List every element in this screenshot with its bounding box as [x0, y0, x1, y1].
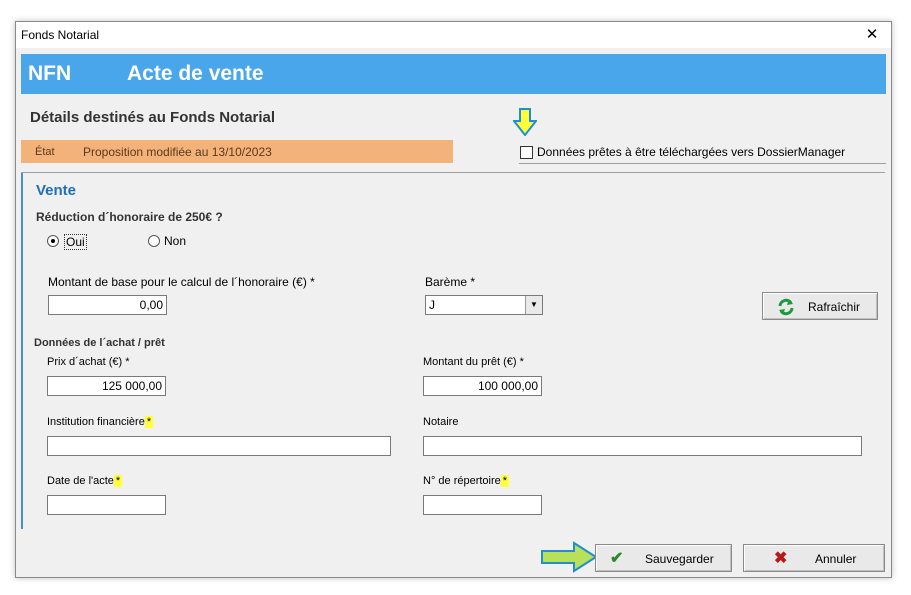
ready-checkbox-label[interactable]: Données prêtes à être téléchargées vers … — [537, 145, 845, 159]
cross-icon: ✖ — [774, 550, 788, 567]
radio-non[interactable] — [148, 235, 160, 247]
refresh-button[interactable]: Rafraîchir — [762, 292, 878, 320]
achat-group-title: Données de l´achat / prêt — [34, 337, 165, 349]
pret-field[interactable]: 100 000,00 — [423, 376, 542, 396]
ready-checkbox[interactable] — [520, 146, 533, 159]
title-bar: Fonds Notarial ✕ — [16, 22, 891, 48]
dialog-window: Fonds Notarial ✕ NFN Acte de vente Détai… — [15, 21, 892, 578]
section-title: Détails destinés au Fonds Notarial — [30, 109, 276, 126]
status-value: Proposition modifiée au 13/10/2023 — [83, 145, 272, 159]
prix-field[interactable]: 125 000,00 — [47, 376, 166, 396]
banner-title: Acte de vente — [127, 62, 264, 85]
chevron-down-icon[interactable]: ▼ — [525, 296, 542, 314]
banner-code: NFN — [28, 62, 72, 85]
vente-title: Vente — [36, 182, 77, 199]
divider — [519, 163, 886, 164]
refresh-icon — [778, 298, 794, 316]
date-field[interactable] — [47, 495, 166, 515]
date-label: Date de l'acte * — [47, 475, 123, 487]
bareme-select[interactable]: J ▼ — [425, 295, 543, 315]
panel-accent-bar — [21, 173, 23, 529]
radio-non-label[interactable]: Non — [164, 234, 186, 248]
required-marker: * — [144, 416, 154, 428]
radio-oui-label[interactable]: Oui — [64, 234, 87, 250]
save-button[interactable]: ✔ Sauvegarder — [595, 544, 732, 572]
close-icon[interactable]: ✕ — [859, 23, 885, 47]
arrow-down-icon — [513, 108, 537, 136]
required-marker: * — [500, 475, 510, 487]
reduction-question: Réduction d´honoraire de 250€ ? — [36, 210, 223, 224]
institution-label: Institution financière * — [47, 416, 154, 428]
refresh-label: Rafraîchir — [808, 300, 861, 314]
pret-label: Montant du prêt (€) * — [423, 356, 524, 368]
save-label: Sauvegarder — [645, 552, 714, 566]
bareme-value: J — [429, 298, 435, 312]
repertoire-field[interactable] — [423, 495, 542, 515]
cancel-button[interactable]: ✖ Annuler — [743, 544, 885, 572]
arrow-right-icon — [541, 541, 598, 573]
cancel-label: Annuler — [815, 552, 857, 566]
status-bar: État Proposition modifiée au 13/10/2023 — [21, 140, 453, 163]
status-label: État — [35, 146, 55, 158]
base-amount-field[interactable]: 0,00 — [48, 295, 167, 315]
base-amount-label: Montant de base pour le calcul de l´hono… — [48, 275, 315, 289]
notaire-label: Notaire — [423, 416, 459, 428]
radio-oui[interactable] — [47, 235, 59, 247]
window-title: Fonds Notarial — [21, 28, 100, 42]
repertoire-label: N° de répertoire * — [423, 475, 510, 487]
bareme-label: Barème * — [425, 275, 476, 289]
check-icon: ✔ — [610, 550, 624, 567]
institution-field[interactable] — [47, 436, 391, 456]
header-banner: NFN Acte de vente — [21, 54, 886, 94]
prix-label: Prix d´achat (€) * — [47, 356, 130, 368]
notaire-field[interactable] — [423, 436, 862, 456]
required-marker: * — [113, 475, 123, 487]
